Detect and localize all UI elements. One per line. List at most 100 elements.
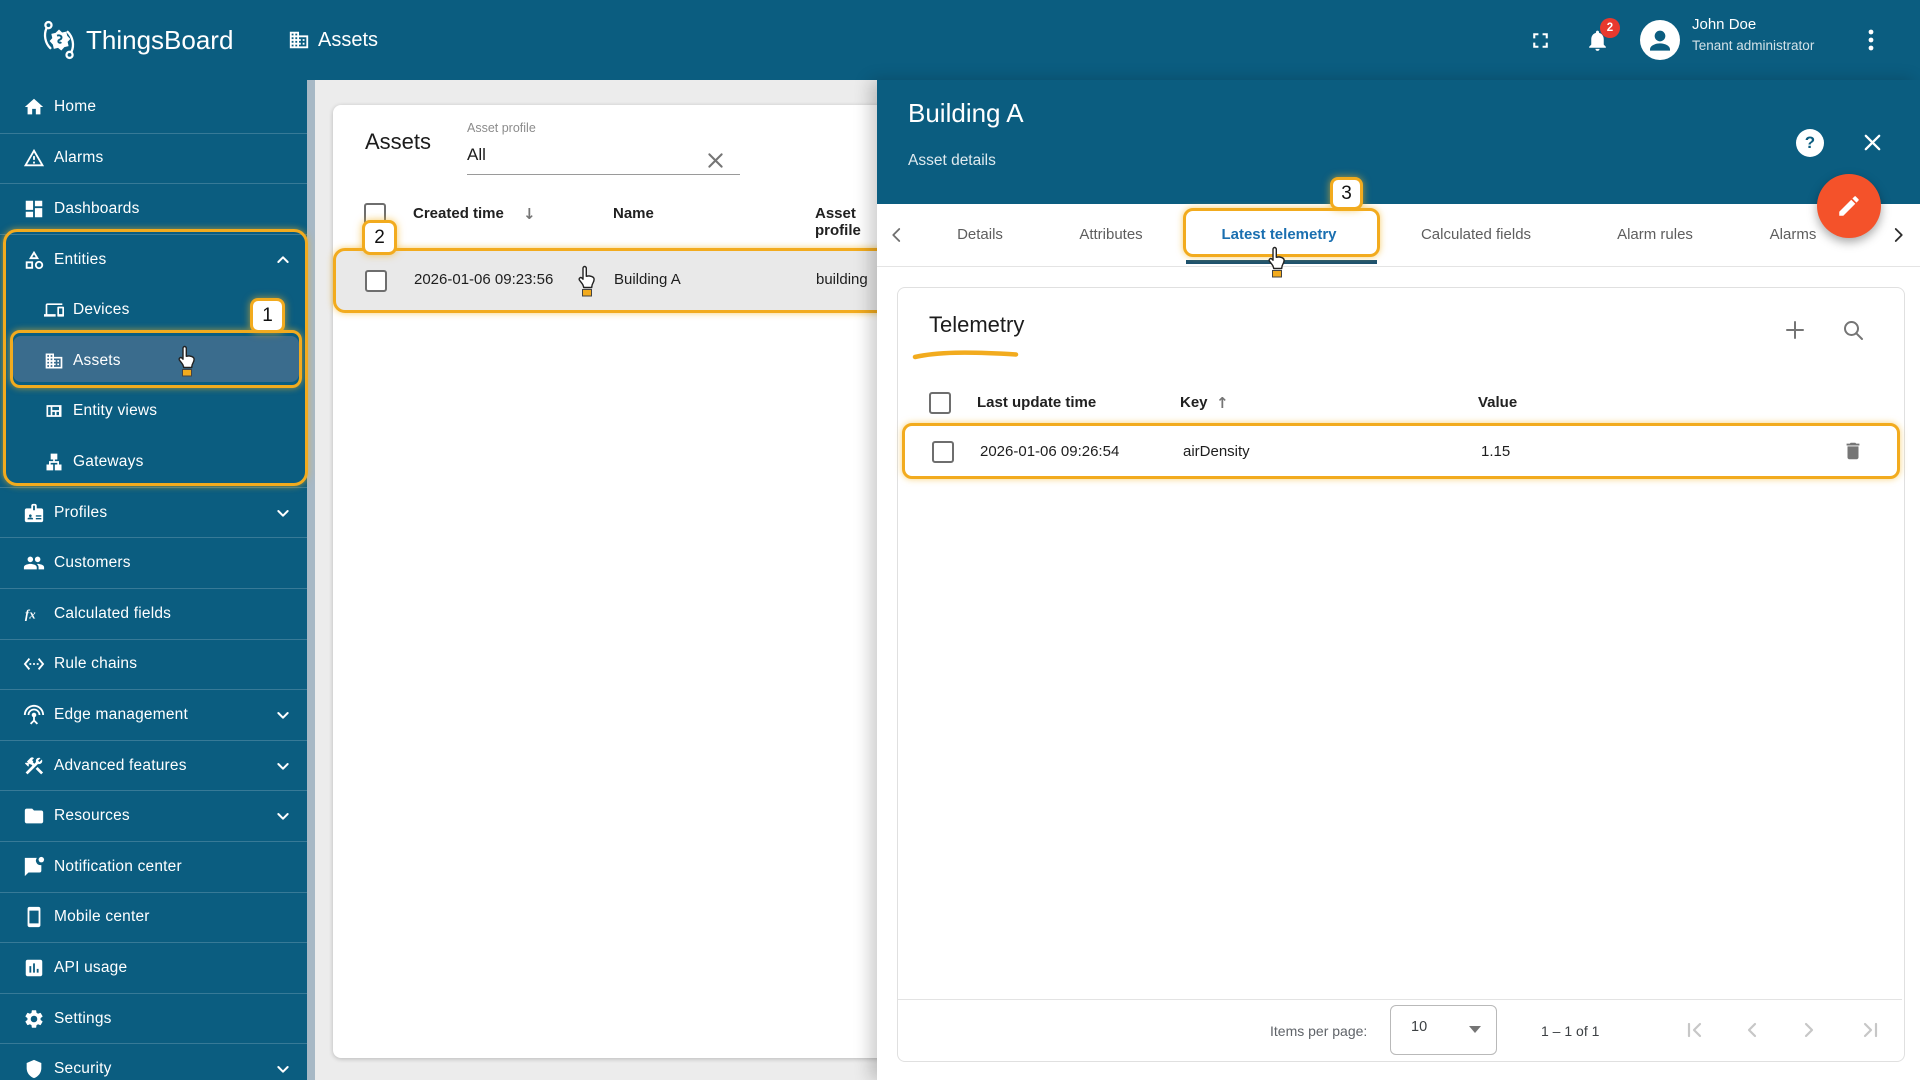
user-name: John Doe [1692, 16, 1757, 33]
message-icon [23, 856, 45, 878]
chevron-down-icon [275, 808, 291, 824]
annotation-underline [912, 350, 1019, 360]
telemetry-title: Telemetry [929, 312, 1025, 337]
tab-calculated-fields[interactable]: Calculated fields [1387, 204, 1565, 265]
first-page-icon[interactable] [1682, 1017, 1708, 1043]
previous-page-icon[interactable] [1739, 1017, 1765, 1043]
kebab-menu-icon[interactable] [1858, 27, 1884, 53]
tools-icon [23, 755, 45, 777]
sort-desc-icon[interactable]: ↓ [523, 205, 536, 223]
sidebar-item-profiles[interactable]: Profiles [0, 487, 307, 538]
add-telemetry-icon[interactable] [1783, 318, 1807, 342]
sidebar-item-notification-center[interactable]: Notification center [0, 842, 307, 893]
next-page-icon[interactable] [1796, 1017, 1822, 1043]
last-page-icon[interactable] [1857, 1017, 1883, 1043]
warning-icon [23, 147, 45, 169]
person-icon [1644, 24, 1676, 56]
search-icon[interactable] [1841, 318, 1865, 342]
details-panel-header: Building A Asset details ? [877, 80, 1920, 204]
fullscreen-icon[interactable] [1528, 28, 1553, 53]
tab-alarm-rules[interactable]: Alarm rules [1589, 204, 1721, 265]
thingsboard-app: ThingsBoard Assets John Doe Tenant admin… [0, 0, 1920, 1080]
telemetry-row[interactable]: 2026-01-06 09:26:54 airDensity 1.15 [902, 423, 1900, 479]
sidebar-item-settings[interactable]: Settings [0, 993, 307, 1044]
telemetry-key: airDensity [1183, 443, 1250, 460]
sidebar-item-edge-management[interactable]: Edge management [0, 690, 307, 741]
gear-icon [23, 1008, 45, 1030]
asset-name: Building A [614, 271, 681, 288]
annotation-badge-1: 1 [250, 298, 285, 333]
chart-box-icon [23, 957, 45, 979]
tab-attributes[interactable]: Attributes [1049, 204, 1173, 265]
chevron-down-icon [275, 758, 291, 774]
people-icon [23, 552, 45, 574]
annotation-badge-2: 2 [362, 220, 397, 255]
asset-profile-value: building [816, 271, 868, 288]
user-role: Tenant administrator [1692, 38, 1815, 53]
column-header-key[interactable]: Key [1180, 394, 1208, 411]
avatar[interactable] [1640, 20, 1680, 60]
chevron-down-icon [275, 707, 291, 723]
asset-profile-filter-label: Asset profile [467, 121, 536, 135]
tabs-scroll-left-icon[interactable] [888, 226, 906, 244]
sidebar-item-customers[interactable]: Customers [0, 538, 307, 589]
items-per-page-label: Items per page: [1270, 1023, 1368, 1039]
help-icon[interactable]: ? [1796, 129, 1824, 157]
tabs-scroll-right-icon[interactable] [1889, 226, 1907, 244]
shield-icon [23, 1058, 45, 1080]
column-header-name[interactable]: Name [613, 205, 654, 222]
top-bar: ThingsBoard Assets John Doe Tenant admin… [0, 0, 1920, 80]
telemetry-row-checkbox[interactable] [932, 441, 954, 463]
delete-icon[interactable] [1842, 440, 1864, 462]
clear-filter-icon[interactable] [705, 150, 726, 171]
edit-asset-fab[interactable] [1817, 174, 1881, 238]
pencil-icon [1836, 193, 1862, 219]
tab-details[interactable]: Details [931, 204, 1029, 265]
close-icon[interactable] [1861, 131, 1884, 154]
svg-text:fx: fx [25, 607, 36, 621]
details-panel-title: Building A [908, 98, 1024, 128]
building-icon [288, 29, 310, 51]
filter-underline [467, 174, 740, 175]
sidebar-item-resources[interactable]: Resources [0, 791, 307, 842]
smartphone-icon [23, 906, 45, 928]
details-tab-bar: Details Attributes Latest telemetry Calc… [877, 204, 1920, 267]
app-name: ThingsBoard [86, 25, 234, 55]
details-panel-subtitle: Asset details [908, 152, 996, 169]
chevron-down-icon [275, 1061, 291, 1077]
sidebar-item-rule-chains[interactable]: Rule chains [0, 639, 307, 690]
dashboards-icon [23, 198, 45, 220]
items-per-page-value: 10 [1411, 1019, 1428, 1035]
hand-cursor [1264, 245, 1290, 281]
sidebar-scrollbar[interactable] [307, 80, 315, 1080]
chevron-down-icon [275, 505, 291, 521]
sidebar-item-api-usage[interactable]: API usage [0, 943, 307, 994]
column-header-last-update-time[interactable]: Last update time [977, 394, 1096, 411]
asset-profile-filter-value[interactable]: All [467, 145, 486, 165]
fx-icon: fx [25, 607, 36, 621]
telemetry-select-all-checkbox[interactable] [929, 392, 951, 414]
rule-chain-icon [23, 653, 45, 675]
asset-table-row[interactable]: 2026-01-06 09:23:56 Building A building [333, 248, 899, 313]
telemetry-last-update-time: 2026-01-06 09:26:54 [980, 443, 1120, 460]
sidebar-item-calculated-fields[interactable]: fx Calculated fields [0, 589, 307, 640]
sidebar-item-advanced-features[interactable]: Advanced features [0, 740, 307, 791]
asset-details-panel: Building A Asset details ? Details Attri… [877, 80, 1920, 1080]
thingsboard-logo-icon [36, 17, 82, 63]
sidebar-item-security[interactable]: Security [0, 1044, 307, 1080]
assets-table-title: Assets [365, 129, 432, 154]
notification-count-badge: 2 [1600, 18, 1620, 38]
sidebar-item-home[interactable]: Home [0, 82, 307, 133]
column-header-value[interactable]: Value [1478, 394, 1517, 411]
sidebar-item-dashboards[interactable]: Dashboards [0, 184, 307, 235]
badge-icon [23, 502, 45, 524]
select-caret-icon [1469, 1026, 1481, 1033]
column-header-created-time[interactable]: Created time [413, 205, 504, 222]
sidebar-item-mobile-center[interactable]: Mobile center [0, 892, 307, 943]
hand-cursor [174, 344, 200, 380]
sidebar-item-alarms[interactable]: Alarms [0, 133, 307, 184]
row-checkbox[interactable] [365, 270, 387, 292]
hand-cursor [574, 264, 600, 300]
sort-asc-icon[interactable]: ↑ [1216, 394, 1229, 412]
folder-icon [23, 805, 45, 827]
